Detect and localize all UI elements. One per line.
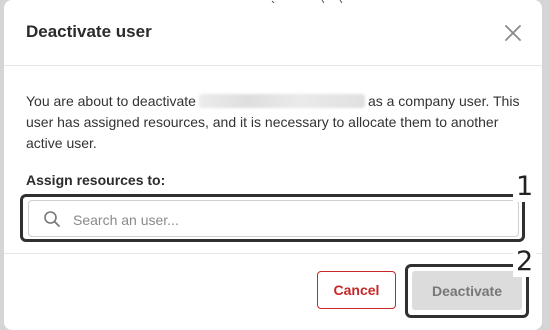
redacted-username [198, 94, 365, 108]
dialog-message: You are about to deactivate as a company … [26, 91, 526, 154]
message-prefix: You are about to deactivate [26, 93, 196, 109]
close-icon[interactable] [504, 24, 522, 42]
deactivate-button[interactable]: Deactivate [412, 271, 522, 310]
user-search-field[interactable] [28, 200, 519, 238]
search-icon [44, 211, 60, 227]
dialog-header: Deactivate user [4, 0, 542, 66]
cancel-button[interactable]: Cancel [317, 271, 396, 309]
footer-divider [4, 253, 542, 254]
search-input[interactable] [71, 201, 505, 238]
deactivate-user-dialog: Deactivate user You are about to deactiv… [4, 0, 542, 330]
dialog-title: Deactivate user [26, 22, 152, 41]
assign-resources-label: Assign resources to: [26, 172, 166, 188]
annotation-number-1: 1 [513, 172, 537, 202]
annotation-number-2: 2 [513, 247, 537, 277]
